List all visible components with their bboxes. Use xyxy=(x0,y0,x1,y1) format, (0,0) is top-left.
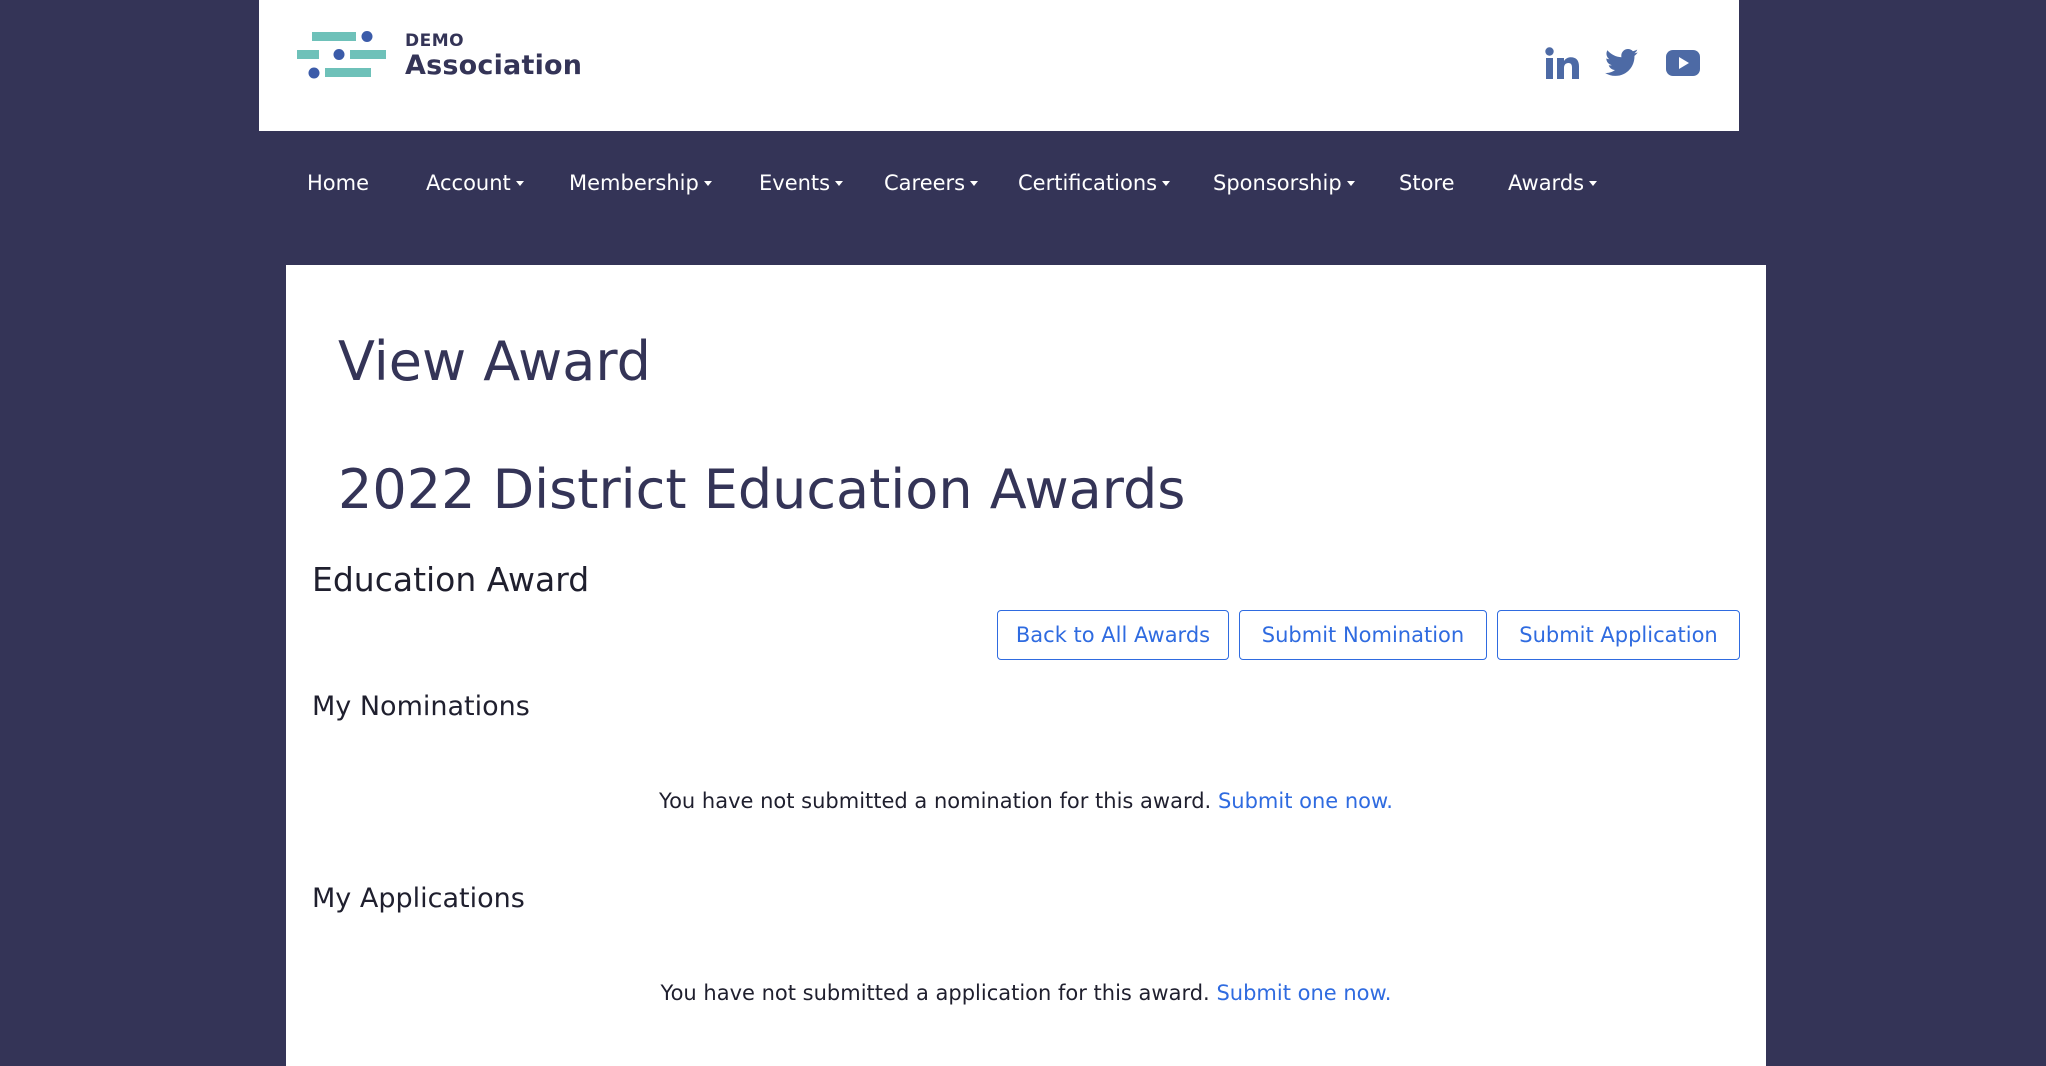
nav-item-membership[interactable]: Membership xyxy=(569,171,712,195)
nav-item-label: Certifications xyxy=(1018,171,1158,195)
my-nominations-heading: My Nominations xyxy=(312,691,530,722)
applications-empty-text: You have not submitted a application for… xyxy=(660,981,1210,1005)
nav-item-label: Membership xyxy=(569,171,699,195)
caret-down-icon xyxy=(1162,181,1171,186)
caret-down-icon xyxy=(515,181,524,186)
linkedin-icon[interactable] xyxy=(1543,45,1581,81)
nav-item-store[interactable]: Store xyxy=(1399,171,1455,195)
main-nav: Home Account Membership Events Careers C… xyxy=(259,131,1739,236)
caret-down-icon xyxy=(703,181,712,186)
twitter-icon[interactable] xyxy=(1602,45,1642,81)
nav-item-events[interactable]: Events xyxy=(759,171,844,195)
back-to-all-awards-button[interactable]: Back to All Awards xyxy=(997,610,1229,660)
nav-item-awards[interactable]: Awards xyxy=(1508,171,1598,195)
nominations-empty-text: You have not submitted a nomination for … xyxy=(659,789,1212,813)
content-card: View Award 2022 District Education Award… xyxy=(286,265,1766,1066)
nav-item-certifications[interactable]: Certifications xyxy=(1018,171,1171,195)
nav-item-label: Store xyxy=(1399,171,1455,195)
nav-item-label: Sponsorship xyxy=(1213,171,1342,195)
nav-item-label: Events xyxy=(759,171,831,195)
youtube-icon[interactable] xyxy=(1663,45,1703,81)
nav-item-home[interactable]: Home xyxy=(307,171,369,195)
applications-empty-message: You have not submitted a application for… xyxy=(286,981,1766,1005)
caret-down-icon xyxy=(1346,181,1355,186)
nav-item-label: Home xyxy=(307,171,370,195)
submit-application-link[interactable]: Submit one now. xyxy=(1216,981,1391,1005)
award-title: 2022 District Education Awards xyxy=(338,458,1186,521)
nav-item-label: Careers xyxy=(884,171,966,195)
submit-application-button[interactable]: Submit Application xyxy=(1497,610,1740,660)
nav-item-sponsorship[interactable]: Sponsorship xyxy=(1213,171,1355,195)
caret-down-icon xyxy=(835,181,844,186)
association-logo[interactable] xyxy=(297,30,387,82)
nominations-empty-message: You have not submitted a nomination for … xyxy=(286,789,1766,813)
award-subtitle: Education Award xyxy=(312,560,590,599)
page-title: View Award xyxy=(338,330,651,393)
submit-nomination-button[interactable]: Submit Nomination xyxy=(1239,610,1487,660)
caret-down-icon xyxy=(970,181,979,186)
my-applications-heading: My Applications xyxy=(312,883,525,914)
nav-item-careers[interactable]: Careers xyxy=(884,171,979,195)
submit-nomination-link[interactable]: Submit one now. xyxy=(1218,789,1393,813)
site-header: DEMO Association xyxy=(259,0,1739,131)
brand-small-text: DEMO xyxy=(405,31,465,51)
nav-item-account[interactable]: Account xyxy=(426,171,524,195)
brand-name[interactable]: Association xyxy=(405,50,582,81)
nav-item-label: Awards xyxy=(1508,171,1585,195)
nav-item-label: Account xyxy=(426,171,511,195)
caret-down-icon xyxy=(1589,181,1598,186)
